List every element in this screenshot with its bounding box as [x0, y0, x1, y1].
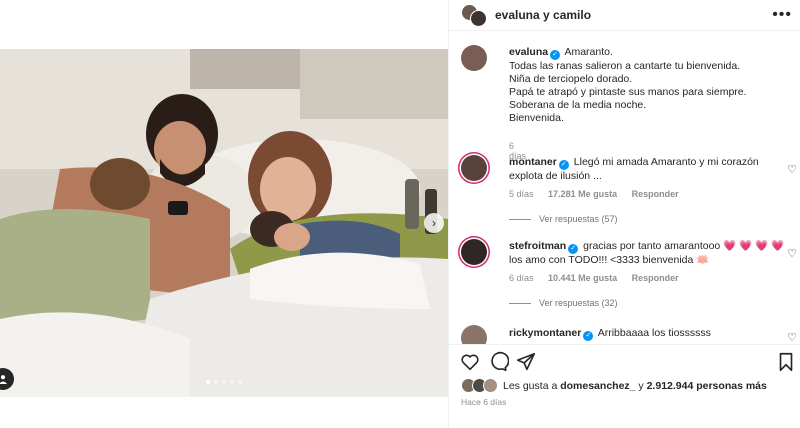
user-tag-icon: [0, 375, 7, 384]
comment-body: rickymontaner ✓ Arribbaaaa los tiossssss: [509, 327, 789, 341]
caption-line: Niña de terciopelo dorado.: [509, 73, 633, 85]
divider: [509, 218, 531, 220]
comment-username[interactable]: rickymontaner: [509, 327, 581, 339]
comment-icon[interactable]: [487, 351, 509, 373]
comment-likes[interactable]: 10.441 Me gusta: [548, 273, 617, 283]
avatar[interactable]: [461, 325, 487, 344]
post-header: evaluna y camilo •••: [449, 0, 800, 31]
comment-username[interactable]: stefroitman: [509, 240, 566, 252]
verified-badge-icon: ✓: [568, 244, 579, 254]
comment-body: stefroitman ✓ gracias por tanto amarantoo…: [509, 240, 789, 267]
caption-line: Papá te atrapó y pintaste sus manos para…: [509, 86, 747, 98]
likes-prefix: Les gusta a: [503, 379, 558, 392]
carousel-dot: [230, 380, 234, 384]
caption-line: Amaranto.: [564, 46, 613, 58]
post-details-panel: evaluna y camilo ••• evaluna ✓ Amaranto. …: [448, 0, 800, 428]
carousel-next-button[interactable]: ›: [424, 213, 444, 233]
avatar[interactable]: [461, 239, 487, 265]
avatar: [483, 378, 498, 393]
comment-likes[interactable]: 17.281 Me gusta: [548, 189, 617, 199]
reply-button[interactable]: Responder: [632, 273, 679, 283]
comment-meta: 6 días 10.441 Me gusta Responder: [509, 273, 691, 283]
carousel-dot: [238, 380, 242, 384]
post-date[interactable]: Hace 6 días: [461, 397, 506, 407]
bookmark-icon[interactable]: [775, 351, 797, 373]
chevron-right-icon: ›: [432, 216, 436, 230]
action-bar: [449, 344, 800, 379]
verified-badge-icon: ✓: [583, 331, 594, 341]
collab-avatars[interactable]: [461, 4, 487, 27]
avatar[interactable]: [461, 45, 487, 71]
liker-avatars: [461, 378, 498, 393]
caption-username[interactable]: evaluna: [509, 46, 548, 58]
post-photo[interactable]: [0, 49, 448, 397]
comment-meta: 5 días 17.281 Me gusta Responder: [509, 189, 691, 199]
view-replies-button[interactable]: Ver respuestas (57): [509, 214, 618, 224]
avatar: [470, 10, 487, 27]
heart-icon[interactable]: ♡: [787, 247, 797, 260]
view-replies-label: Ver respuestas (57): [539, 214, 618, 224]
carousel-indicator: [0, 380, 448, 386]
reply-button[interactable]: Responder: [632, 189, 679, 199]
more-options-icon[interactable]: •••: [772, 6, 792, 24]
comment-text: Arribbaaaa los tiossssss: [597, 327, 711, 339]
heart-icon[interactable]: ♡: [787, 331, 797, 344]
comment-body: montaner ✓ Llegó mi amada Amaranto y mi c…: [509, 156, 789, 183]
post-header-username[interactable]: evaluna y camilo: [495, 8, 591, 22]
caption-line: Bienvenida.: [509, 112, 564, 124]
verified-badge-icon: ✓: [558, 160, 569, 170]
heart-icon[interactable]: [459, 351, 481, 373]
liker-username[interactable]: domesanchez_: [560, 380, 635, 392]
carousel-dot: [214, 380, 218, 384]
divider: [509, 302, 531, 304]
photo-illustration: [0, 49, 448, 397]
view-replies-button[interactable]: Ver respuestas (32): [509, 298, 618, 308]
likes-connector: y: [638, 379, 644, 392]
view-replies-label: Ver respuestas (32): [539, 298, 618, 308]
comment-time[interactable]: 5 días: [509, 189, 534, 199]
comment-time[interactable]: 6 días: [509, 273, 534, 283]
caption-line: Todas las ranas salieron a cantarte tu b…: [509, 60, 741, 72]
carousel-dot: [206, 380, 210, 384]
heart-icon[interactable]: ♡: [787, 163, 797, 176]
verified-badge-icon: ✓: [550, 50, 561, 60]
carousel-dot: [222, 380, 226, 384]
caption-body: evaluna ✓ Amaranto. Todas las ranas salie…: [509, 46, 789, 125]
comments-list: evaluna ✓ Amaranto. Todas las ranas salie…: [449, 31, 800, 344]
caption-line: Soberana de la media noche.: [509, 99, 647, 111]
post-media: ›: [0, 0, 448, 428]
likes-summary: Les gusta a domesanchez_ y 2.912.944 per…: [461, 378, 767, 393]
share-icon[interactable]: [515, 351, 537, 373]
avatar[interactable]: [461, 155, 487, 181]
comment-username[interactable]: montaner: [509, 156, 557, 168]
likes-count[interactable]: 2.912.944 personas más: [647, 380, 767, 392]
